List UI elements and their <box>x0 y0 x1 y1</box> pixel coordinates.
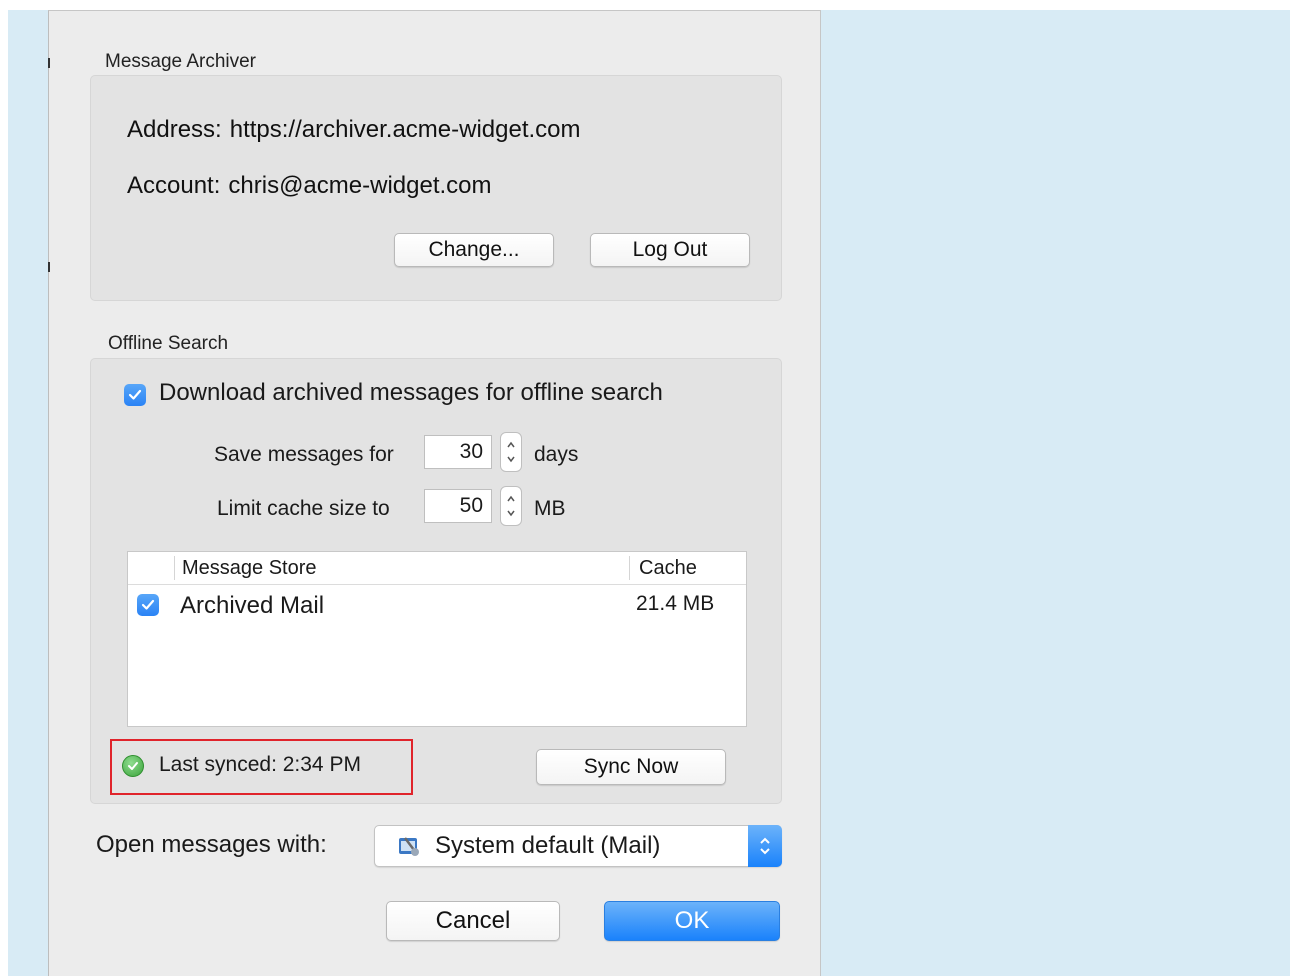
cache-size-unit: MB <box>534 497 566 520</box>
edge-mark <box>48 262 50 272</box>
address-value: https://archiver.acme-widget.com <box>229 116 581 143</box>
address-row: Address: https://archiver.acme-widget.com <box>127 116 581 144</box>
edge-mark <box>48 58 50 68</box>
table-row[interactable]: Archived Mail 21.4 MB <box>128 585 746 625</box>
archived-mail-checkbox[interactable] <box>137 594 159 616</box>
save-days-stepper[interactable] <box>500 432 522 472</box>
message-store-name: Archived Mail <box>180 592 325 619</box>
archiver-section-title: Message Archiver <box>105 51 257 72</box>
background-right <box>820 10 1290 976</box>
change-button[interactable]: Change... <box>394 233 554 267</box>
checkmark-icon <box>141 599 155 610</box>
preferences-dialog: Message Archiver Address: https://archive… <box>48 10 821 976</box>
offline-section-title: Offline Search <box>108 333 229 354</box>
download-checkbox-label[interactable]: Download archived messages for offline s… <box>159 379 663 407</box>
account-label: Account: <box>127 172 221 199</box>
logout-button[interactable]: Log Out <box>590 233 750 267</box>
green-check-circle-icon <box>122 755 144 777</box>
cache-size-stepper[interactable] <box>500 486 522 526</box>
column-header-cache[interactable]: Cache <box>639 552 697 585</box>
ok-button[interactable]: OK <box>604 901 780 941</box>
popup-arrow[interactable] <box>748 825 782 867</box>
stepper-arrows-icon <box>507 441 515 463</box>
open-with-label: Open messages with: <box>96 831 327 858</box>
open-with-popup[interactable]: System default (Mail) <box>374 825 782 867</box>
background-left <box>8 10 48 976</box>
last-synced-text: Last synced: 2:34 PM <box>159 753 361 776</box>
chevron-updown-icon <box>760 837 770 855</box>
account-value: chris@acme-widget.com <box>228 172 492 199</box>
open-with-selected: System default (Mail) <box>435 832 661 859</box>
mail-app-icon <box>397 834 421 858</box>
message-store-cache: 21.4 MB <box>636 592 715 615</box>
offline-group: Download archived messages for offline s… <box>90 358 782 804</box>
column-separator <box>174 556 175 580</box>
column-header-message-store[interactable]: Message Store <box>182 552 317 585</box>
cancel-button[interactable]: Cancel <box>386 901 560 941</box>
stepper-arrows-icon <box>507 495 515 517</box>
address-label: Address: <box>127 116 222 143</box>
message-store-table: Message Store Cache Archived Mail 21.4 M… <box>127 551 747 727</box>
checkmark-icon <box>128 389 142 400</box>
column-separator <box>629 556 630 580</box>
save-messages-label: Save messages for <box>214 443 394 466</box>
save-days-input[interactable]: 30 <box>424 435 492 469</box>
cache-size-input[interactable]: 50 <box>424 489 492 523</box>
account-row: Account: chris@acme-widget.com <box>127 172 492 200</box>
save-days-unit: days <box>534 443 579 466</box>
sync-now-button[interactable]: Sync Now <box>536 749 726 785</box>
limit-cache-label: Limit cache size to <box>217 497 390 520</box>
archiver-group: Address: https://archiver.acme-widget.com… <box>90 75 782 301</box>
download-checkbox[interactable] <box>124 384 146 406</box>
